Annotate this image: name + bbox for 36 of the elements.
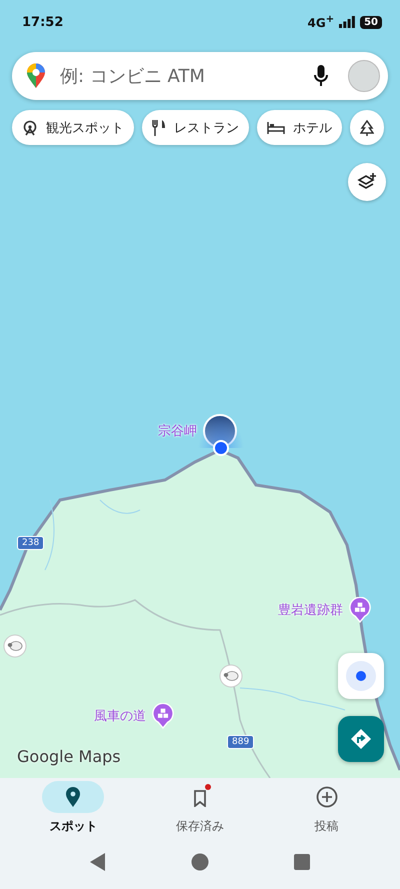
turn-arrow-icon (350, 728, 372, 750)
microphone-icon[interactable] (314, 65, 328, 87)
network-type: 4G$^{+}$ (307, 14, 334, 30)
place-label[interactable]: 豊岩遺跡群 (278, 601, 343, 619)
home-icon[interactable] (191, 853, 209, 871)
map-logo: Google Maps (17, 747, 121, 766)
category-chip[interactable]: 観光スポット (12, 110, 134, 145)
nav-tab[interactable]: スポット (18, 781, 128, 835)
bookmark-icon (192, 787, 207, 807)
search-field[interactable]: 例: コンビニ ATM (58, 64, 302, 88)
signal-icon (339, 16, 356, 28)
battery-level: 50 (360, 16, 382, 28)
sheep-icon[interactable] (3, 634, 27, 658)
landmark-pin-icon[interactable] (349, 597, 371, 623)
route-shield: 889 (227, 735, 254, 749)
my-location-button[interactable] (338, 653, 384, 699)
back-icon[interactable] (90, 853, 106, 871)
bed-icon (267, 120, 285, 134)
place-label[interactable]: 風車の道 (94, 707, 146, 725)
nav-tab[interactable]: 投稿 (272, 781, 382, 835)
layers-icon (357, 172, 377, 192)
map-pin-icon (65, 786, 82, 808)
category-chip[interactable]: レストラン (142, 110, 249, 145)
route-shield: 238 (17, 536, 44, 550)
search-bar[interactable]: 例: コンビニ ATM (12, 52, 388, 100)
add-circle-icon (316, 786, 338, 808)
directions-button[interactable] (338, 716, 384, 762)
sheep-icon[interactable] (219, 664, 243, 688)
status-time: 17:52 (22, 14, 64, 30)
ferris-wheel-icon (22, 120, 38, 136)
map-pin-logo-icon (26, 63, 46, 89)
fork-knife-icon (152, 120, 166, 136)
category-chip[interactable]: ホテル (257, 110, 342, 145)
tree-icon (360, 120, 374, 136)
nav-tab[interactable]: 保存済み (144, 781, 255, 835)
landmark-pin-icon[interactable] (152, 703, 174, 729)
